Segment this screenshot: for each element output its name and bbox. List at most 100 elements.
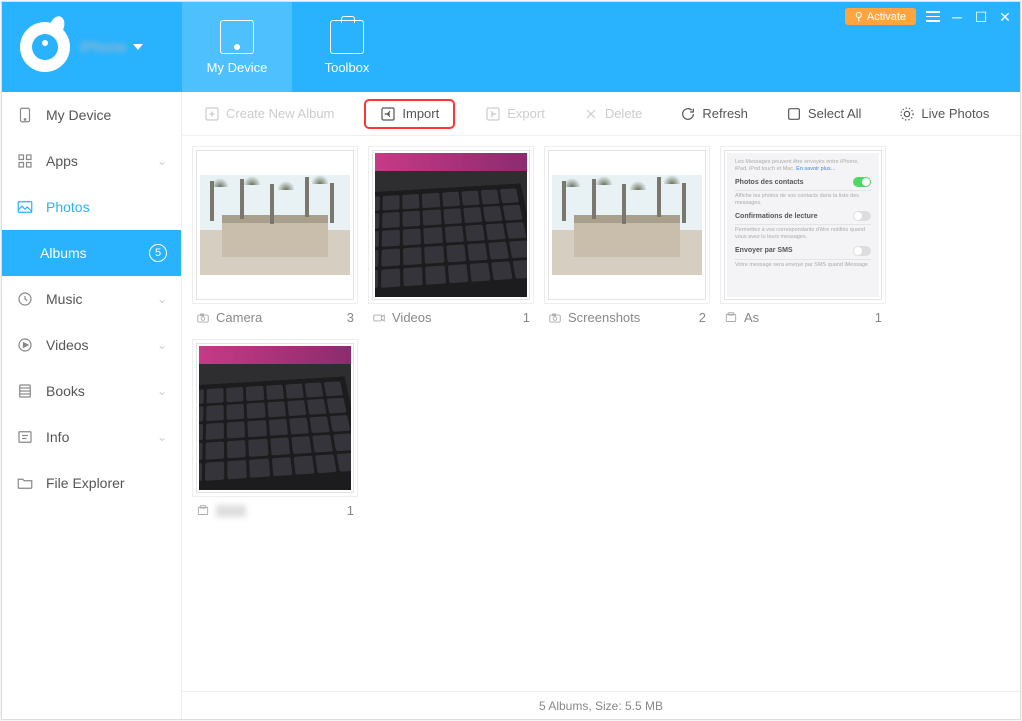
chevron-down-icon: ⌄ [157,154,167,168]
import-button[interactable]: Import [364,99,455,129]
thumb-text: Envoyer par SMS [735,247,793,254]
sidebar-item-my-device[interactable]: My Device [2,92,181,138]
album-thumbnail [196,343,354,493]
sidebar-item-info[interactable]: Info ⌄ [2,414,181,460]
books-icon [16,382,34,400]
delete-button[interactable]: Delete [575,102,651,126]
close-button[interactable]: ✕ [998,10,1012,24]
refresh-icon [680,106,696,122]
camera-icon [548,311,562,325]
sidebar-item-photos[interactable]: Photos [2,184,181,230]
albums-grid: Camera 3 [182,136,1020,691]
album-thumbnail: Les Messages peuvent être envoyés entre … [724,150,882,300]
tab-toolbox[interactable]: Toolbox [292,2,402,92]
chevron-down-icon: ⌄ [157,292,167,306]
album-name: As [744,310,759,325]
thumb-text: Permettez à vos correspondants d'être no… [735,227,871,240]
album-meta: Screenshots 2 [548,310,706,325]
export-button[interactable]: Export [477,102,553,126]
toggle-off-icon [853,246,871,256]
folder-icon [16,474,34,492]
thumb-text: Affiche les photos de vos contacts dans … [735,193,871,206]
top-tabs: My Device Toolbox [182,2,402,92]
toggle-on-icon [853,177,871,187]
sidebar-item-videos[interactable]: Videos ⌄ [2,322,181,368]
top-bar: iPhone My Device Toolbox ⚲ Activate ─ ☐ … [2,2,1020,92]
menu-icon[interactable] [926,11,940,22]
thumb-text: Photos des contacts [735,179,803,186]
album-name: Screenshots [568,310,640,325]
sidebar-item-books[interactable]: Books ⌄ [2,368,181,414]
sidebar-item-label: Info [46,429,69,445]
album-meta: As 1 [724,310,882,325]
refresh-button[interactable]: Refresh [672,102,756,126]
sidebar-item-label: Photos [46,199,90,215]
album-count: 1 [347,503,354,518]
maximize-button[interactable]: ☐ [974,10,988,24]
sidebar-item-label: Albums [40,245,87,261]
album-name: Camera [216,310,262,325]
button-label: Delete [605,106,643,121]
app-window: iPhone My Device Toolbox ⚲ Activate ─ ☐ … [1,1,1021,720]
body-area: My Device Apps ⌄ Photos Albums 5 [2,92,1020,719]
button-label: Create New Album [226,106,334,121]
device-dropdown[interactable]: iPhone [80,39,143,56]
album-name: Videos [392,310,432,325]
info-icon [16,428,34,446]
chevron-down-icon [133,44,143,50]
album-item[interactable]: 1 [196,343,354,518]
sidebar-item-label: Books [46,383,85,399]
sidebar-item-label: Videos [46,337,89,353]
minimize-button[interactable]: ─ [950,10,964,24]
album-item[interactable]: Les Messages peuvent être envoyés entre … [724,150,882,325]
activate-button[interactable]: ⚲ Activate [845,8,916,25]
export-icon [485,106,501,122]
camera-icon [196,311,210,325]
tablet-icon [220,20,254,54]
sidebar-item-albums[interactable]: Albums 5 [2,230,181,276]
main-panel: Create New Album Import Export [182,92,1020,719]
albums-count-badge: 5 [149,244,167,262]
album-count: 2 [699,310,706,325]
album-thumbnail [548,150,706,300]
chevron-down-icon: ⌄ [157,338,167,352]
select-all-button[interactable]: Select All [778,102,869,126]
apps-icon [16,152,34,170]
window-controls: ⚲ Activate ─ ☐ ✕ [845,8,1012,25]
create-new-album-button[interactable]: Create New Album [196,102,342,126]
toolbar: Create New Album Import Export [182,92,1020,136]
album-meta: Camera 3 [196,310,354,325]
key-icon: ⚲ [855,10,863,23]
tab-my-device[interactable]: My Device [182,2,292,92]
activate-label: Activate [867,11,906,23]
album-meta: 1 [196,503,354,518]
thumb-text: En savoir plus... [796,166,835,172]
album-generic-icon [196,504,210,518]
tab-label: Toolbox [325,60,370,75]
videos-icon [16,336,34,354]
thumb-text: Votre message sera envoyé par SMS quand … [735,262,871,269]
button-label: Select All [808,106,861,121]
album-meta: Videos 1 [372,310,530,325]
briefcase-icon [330,20,364,54]
device-icon [16,106,34,124]
album-count: 3 [347,310,354,325]
thumb-text: Confirmations de lecture [735,213,817,220]
logo-device-area: iPhone [2,2,182,92]
music-icon [16,290,34,308]
album-item[interactable]: Screenshots 2 [548,150,706,325]
button-label: Export [507,106,545,121]
live-photos-button[interactable]: Live Photos [891,102,997,126]
delete-icon [583,106,599,122]
photos-icon [16,198,34,216]
button-label: Refresh [702,106,748,121]
album-item[interactable]: Camera 3 [196,150,354,325]
sidebar-item-label: My Device [46,107,111,123]
sidebar-item-apps[interactable]: Apps ⌄ [2,138,181,184]
album-thumbnail [196,150,354,300]
sidebar-item-music[interactable]: Music ⌄ [2,276,181,322]
album-count: 1 [875,310,882,325]
album-item[interactable]: Videos 1 [372,150,530,325]
sidebar-item-file-explorer[interactable]: File Explorer [2,460,181,506]
plus-icon [204,106,220,122]
